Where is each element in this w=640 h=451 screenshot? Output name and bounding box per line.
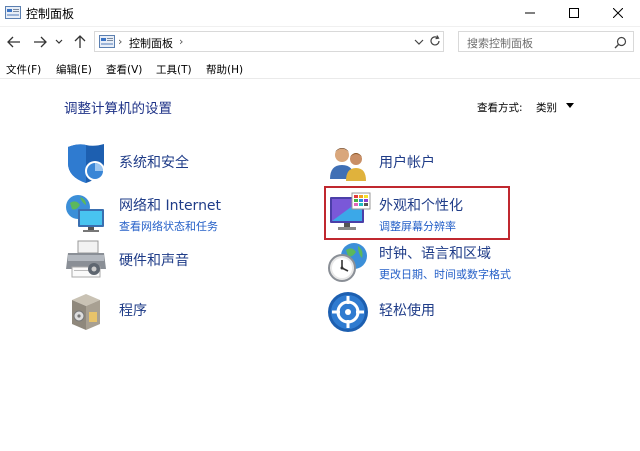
category-clock-region[interactable]: 时钟、语言和区域 (379, 243, 491, 263)
category-ease-of-access[interactable]: 轻松使用 (379, 300, 435, 320)
printer-icon[interactable] (64, 239, 108, 283)
link-change-date-time-format[interactable]: 更改日期、时间或数字格式 (379, 266, 511, 282)
maximize-icon (569, 8, 579, 18)
up-button[interactable] (72, 34, 88, 50)
menu-help[interactable]: 帮助(H) (206, 62, 243, 77)
breadcrumb-separator-icon[interactable]: › (118, 35, 122, 48)
category-hardware-sound[interactable]: 硬件和声音 (119, 250, 189, 270)
back-button[interactable] (6, 34, 22, 50)
users-icon[interactable] (326, 141, 370, 185)
network-globe-icon[interactable] (64, 191, 108, 235)
recent-locations-button[interactable] (54, 34, 64, 50)
chevron-down-icon (55, 39, 63, 44)
close-icon (613, 8, 623, 18)
category-network[interactable]: 网络和 Internet (119, 195, 221, 215)
up-arrow-icon (74, 35, 86, 48)
maximize-button[interactable] (552, 0, 596, 26)
programs-box-icon[interactable] (64, 290, 108, 334)
search-icon[interactable] (614, 36, 627, 49)
forward-arrow-icon (34, 36, 47, 48)
category-system-security[interactable]: 系统和安全 (119, 152, 189, 172)
breadcrumb[interactable]: 控制面板 (129, 35, 173, 51)
chevron-down-icon[interactable] (413, 36, 425, 48)
menu-edit[interactable]: 编辑(E) (56, 62, 92, 77)
breadcrumb-separator-icon[interactable]: › (179, 35, 183, 48)
view-by-label: 查看方式: (477, 102, 523, 114)
title-bar: 控制面板 (0, 0, 640, 27)
category-user-accounts[interactable]: 用户帐户 (379, 152, 435, 172)
address-bar[interactable]: › 控制面板 › (94, 31, 444, 52)
menu-bar: 文件(F) 编辑(E) 查看(V) 工具(T) 帮助(H) (0, 58, 640, 79)
back-arrow-icon (7, 36, 20, 48)
minimize-button[interactable] (508, 0, 552, 26)
highlight-box (324, 186, 510, 240)
window-title: 控制面板 (26, 7, 75, 21)
forward-button[interactable] (32, 34, 48, 50)
control-panel-icon (99, 35, 115, 48)
menu-view[interactable]: 查看(V) (106, 62, 142, 77)
caret-down-icon[interactable] (566, 103, 574, 109)
shield-icon[interactable] (64, 141, 108, 185)
page-title: 调整计算机的设置 (64, 101, 172, 117)
close-button[interactable] (596, 0, 640, 26)
search-input[interactable]: 搜索控制面板 (467, 35, 533, 51)
minimize-icon (525, 12, 535, 14)
clock-globe-icon[interactable] (326, 240, 370, 284)
menu-tools[interactable]: 工具(T) (156, 62, 192, 77)
view-by-dropdown[interactable]: 类别 (536, 100, 557, 115)
category-programs[interactable]: 程序 (119, 300, 147, 320)
link-view-network-status[interactable]: 查看网络状态和任务 (119, 218, 218, 234)
ease-of-access-icon[interactable] (326, 290, 370, 334)
menu-file[interactable]: 文件(F) (6, 62, 41, 77)
search-box[interactable]: 搜索控制面板 (458, 31, 634, 52)
refresh-icon[interactable] (428, 34, 442, 48)
control-panel-icon (5, 6, 21, 19)
